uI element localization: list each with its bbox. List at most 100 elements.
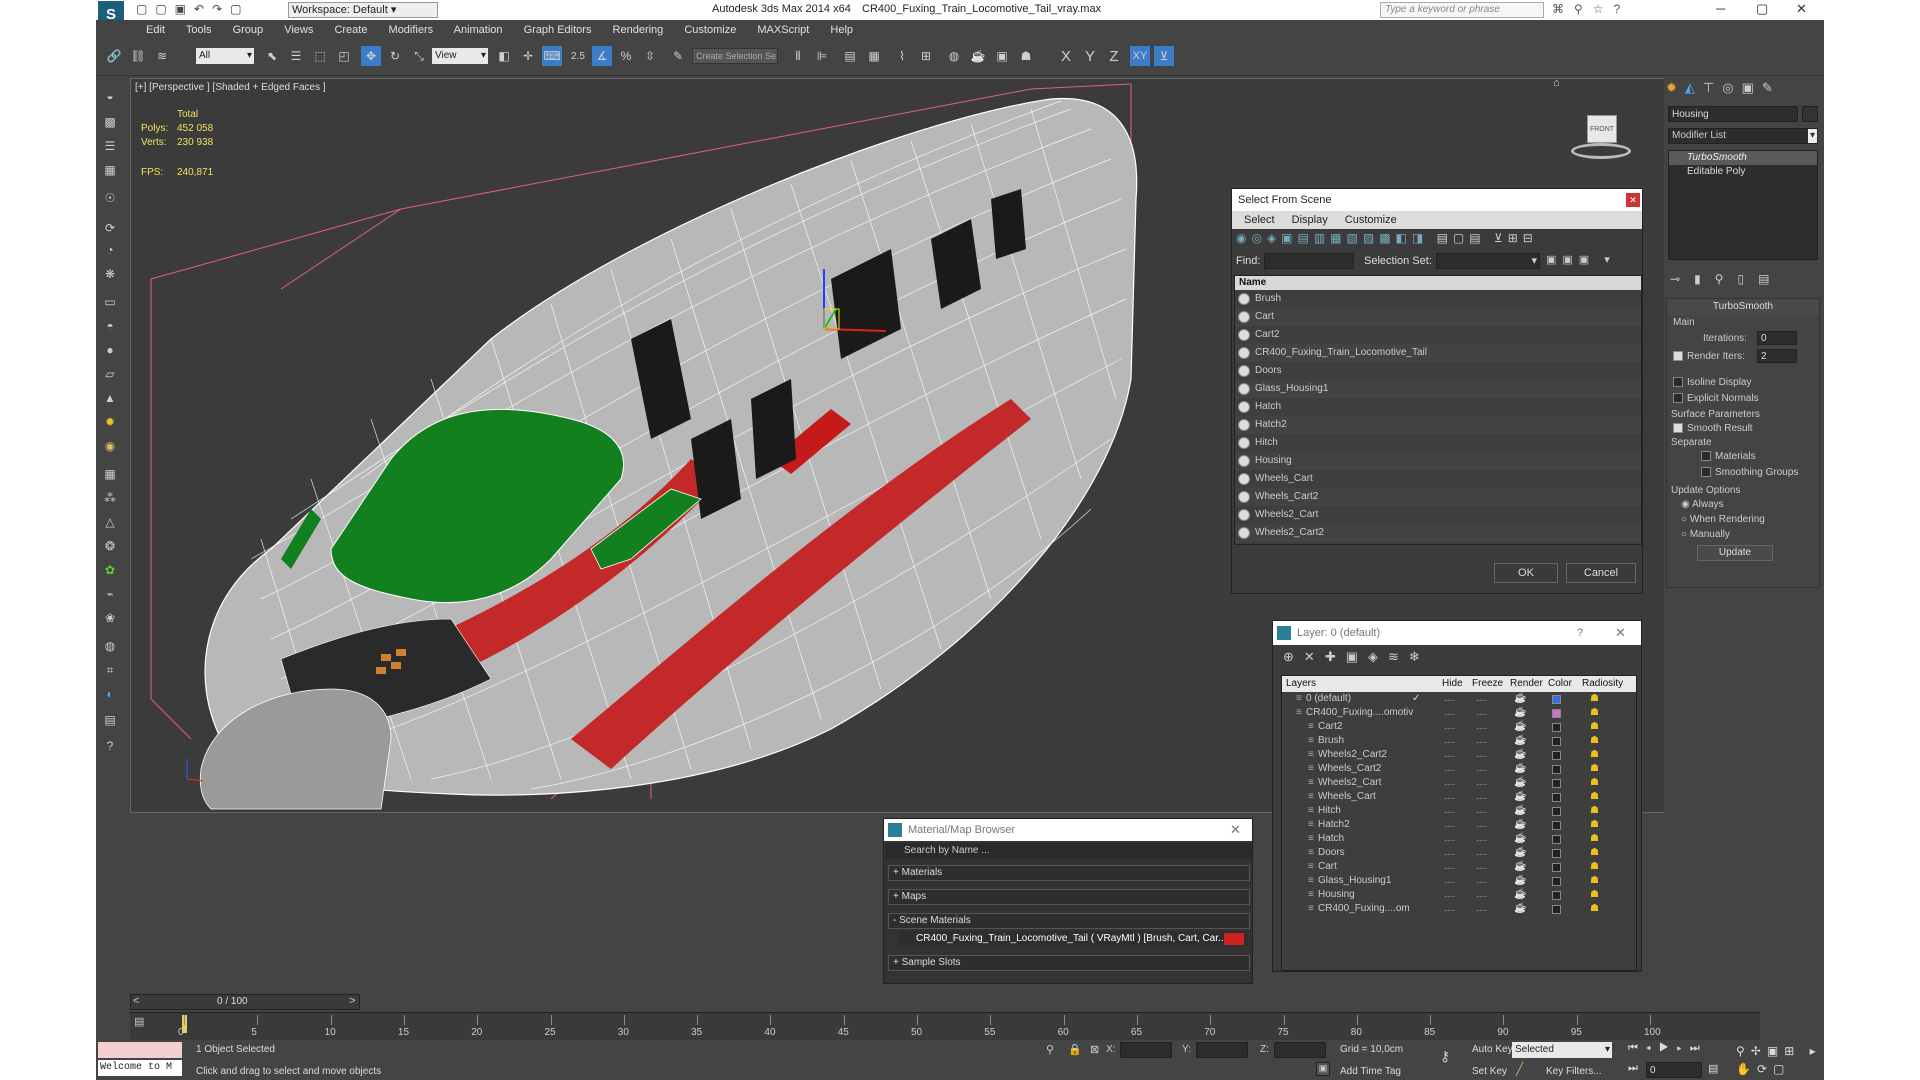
create-tab-icon[interactable]: ✹ bbox=[1666, 80, 1685, 95]
scene-list-item[interactable]: Hitch bbox=[1235, 434, 1641, 452]
render-env-icon[interactable]: ◐ bbox=[100, 684, 120, 704]
curve-editor-icon[interactable]: ⌇ bbox=[892, 46, 912, 66]
hide-toggle[interactable]: .... bbox=[1444, 860, 1455, 874]
layer-color-swatch[interactable] bbox=[1552, 709, 1561, 718]
section-scene-materials[interactable]: - Scene Materials bbox=[888, 913, 1250, 929]
hide-toggle[interactable]: .... bbox=[1444, 818, 1455, 832]
display-tab-icon[interactable]: ▣ bbox=[1742, 80, 1762, 95]
always-radio[interactable]: ◉ Always bbox=[1681, 499, 1724, 510]
material-search[interactable]: Search by Name ... bbox=[886, 843, 1252, 859]
scene-list-item[interactable]: CR400_Fuxing_Train_Locomotive_Tail bbox=[1235, 344, 1641, 362]
menu-edit[interactable]: Edit bbox=[146, 24, 165, 36]
prev-frame-icon[interactable]: ◂ bbox=[1646, 1042, 1659, 1054]
track-bar[interactable]: ▤ 0 5 10 15 20 25 30 35 40 45 50 55 60 65 70 75 80 85 90 95… bbox=[130, 1012, 1760, 1042]
hf-icon[interactable]: ⌁ bbox=[100, 584, 120, 604]
goto-start-icon[interactable]: ⏮ bbox=[1628, 1042, 1646, 1054]
render-toggle[interactable]: ☕ bbox=[1514, 832, 1526, 846]
scene-list-item[interactable]: Housing bbox=[1235, 452, 1641, 470]
object-name-field[interactable] bbox=[1668, 106, 1798, 122]
dialog-menu-select[interactable]: Select bbox=[1244, 214, 1275, 226]
infocenter-icons[interactable]: ⌘⚲☆? bbox=[1552, 2, 1630, 16]
selection-filter-dropdown[interactable]: All ▾ bbox=[196, 48, 254, 64]
zoom-extents-icon[interactable]: ▣ bbox=[1767, 1044, 1784, 1058]
torus-icon[interactable]: ◉ bbox=[100, 436, 120, 456]
radiosity-icon[interactable]: ☗ bbox=[1590, 902, 1599, 916]
layer-color-swatch[interactable] bbox=[1552, 779, 1561, 788]
scene-list-item[interactable]: Wheels_Cart bbox=[1235, 470, 1641, 488]
viewport-label[interactable]: [+] [Perspective ] [Shaded + Edged Faces… bbox=[135, 82, 326, 93]
update-button[interactable]: Update bbox=[1697, 545, 1773, 561]
render-toggle[interactable]: ☕ bbox=[1514, 874, 1526, 888]
motion-tab-icon[interactable]: ◎ bbox=[1722, 80, 1741, 95]
layer-color-swatch[interactable] bbox=[1552, 891, 1561, 900]
box-icon[interactable]: ▭ bbox=[100, 292, 120, 312]
axis-x-button[interactable]: X bbox=[1056, 46, 1076, 66]
angle-snap-icon[interactable]: ∡ bbox=[592, 46, 612, 66]
maxscript-text[interactable]: Welcome to M bbox=[98, 1060, 182, 1076]
pivot-center-icon[interactable]: ◧ bbox=[494, 46, 514, 66]
col-hide[interactable]: Hide bbox=[1442, 676, 1463, 692]
layer-row[interactable]: Wheels2_Cart ≡........ ☕ ☗ bbox=[1282, 776, 1636, 790]
freeze-toggle[interactable]: .... bbox=[1476, 720, 1487, 734]
hide-toggle[interactable]: .... bbox=[1444, 804, 1455, 818]
col-radiosity[interactable]: Radiosity bbox=[1582, 676, 1623, 692]
rollout-title[interactable]: TurboSmooth bbox=[1667, 299, 1819, 315]
scene-list-item[interactable]: Cart2 bbox=[1235, 326, 1641, 344]
move-icon[interactable]: ✥ bbox=[361, 46, 381, 66]
calc-icon[interactable]: ▦ bbox=[100, 160, 120, 180]
layer-color-swatch[interactable] bbox=[1552, 807, 1561, 816]
layer-row[interactable]: Wheels2_Cart2 ≡........ ☕ ☗ bbox=[1282, 748, 1636, 762]
remove-modifier-icon[interactable]: ▯ bbox=[1737, 272, 1758, 286]
zoom-icon[interactable]: ⚲ bbox=[1736, 1044, 1751, 1058]
find-input[interactable] bbox=[1264, 253, 1354, 269]
highlight-layer-icon[interactable]: ◈ bbox=[1368, 649, 1388, 664]
render-toggle[interactable]: ☕ bbox=[1514, 846, 1526, 860]
cancel-button[interactable]: Cancel bbox=[1566, 563, 1636, 583]
viewcube-front[interactable]: FRONT bbox=[1587, 115, 1617, 143]
render-toggle[interactable]: ☕ bbox=[1514, 790, 1526, 804]
hide-toggle[interactable]: .... bbox=[1444, 832, 1455, 846]
scene-list-item[interactable]: Wheels2_Cart2 bbox=[1235, 524, 1641, 542]
explicit-normals-checkbox[interactable]: Explicit Normals bbox=[1673, 393, 1759, 404]
col-render[interactable]: Render bbox=[1510, 676, 1543, 692]
layer-help-button[interactable]: ? bbox=[1577, 621, 1583, 645]
hide-toggle[interactable]: .... bbox=[1444, 776, 1455, 790]
plane-icon[interactable]: ▱ bbox=[100, 364, 120, 384]
sphere-icon[interactable]: ● bbox=[100, 340, 120, 360]
radiosity-icon[interactable]: ☗ bbox=[1590, 790, 1599, 804]
rotate-icon[interactable]: ↻ bbox=[385, 46, 405, 66]
layer-close-button[interactable]: ✕ bbox=[1615, 621, 1626, 645]
light-bulb-icon[interactable]: ☉ bbox=[100, 188, 120, 208]
when-rendering-radio[interactable]: ○ When Rendering bbox=[1681, 514, 1765, 525]
select-object-icon[interactable]: ⬉ bbox=[262, 46, 282, 66]
workspace-dropdown[interactable]: Workspace: Default ▾ bbox=[288, 2, 438, 18]
link-icon[interactable]: 🔗 bbox=[104, 46, 124, 66]
snap-toggle-icon[interactable]: 2.5 bbox=[568, 46, 588, 66]
radiosity-icon[interactable]: ☗ bbox=[1590, 706, 1599, 720]
scene-list-item[interactable]: Cart bbox=[1235, 308, 1641, 326]
x-coord-field[interactable] bbox=[1120, 1042, 1172, 1058]
graphite-icon[interactable]: ▦ bbox=[864, 46, 884, 66]
next-frame-icon[interactable]: ▸ bbox=[1677, 1042, 1690, 1054]
menu-group[interactable]: Group bbox=[233, 24, 264, 36]
list-icon[interactable]: ☰ bbox=[100, 136, 120, 156]
spinner-snap-icon[interactable]: ⇳ bbox=[640, 46, 660, 66]
smoothing-groups-checkbox[interactable]: Smoothing Groups bbox=[1701, 467, 1798, 478]
render-toggle[interactable]: ☕ bbox=[1514, 860, 1526, 874]
scale-icon[interactable]: ⤡ bbox=[409, 46, 429, 66]
radiosity-icon[interactable]: ☗ bbox=[1590, 776, 1599, 790]
set-key-button[interactable]: Set Key bbox=[1472, 1066, 1507, 1077]
particles-icon[interactable]: ⁂ bbox=[100, 488, 120, 508]
freeze-toggle[interactable]: .... bbox=[1476, 692, 1487, 706]
scene-list-item[interactable]: Hatch2 bbox=[1235, 416, 1641, 434]
render-icon[interactable]: ☗ bbox=[1016, 46, 1036, 66]
layer-color-swatch[interactable] bbox=[1552, 905, 1561, 914]
smooth-result-checkbox[interactable]: Smooth Result bbox=[1673, 423, 1753, 434]
layer-icon[interactable]: ▤ bbox=[100, 710, 120, 730]
menu-customize[interactable]: Customize bbox=[684, 24, 736, 36]
iterations-spinner[interactable] bbox=[1757, 331, 1797, 345]
render-toggle[interactable]: ☕ bbox=[1514, 776, 1526, 790]
minimize-button[interactable]: ─ bbox=[1716, 1, 1725, 16]
pyramid-icon[interactable]: △ bbox=[100, 512, 120, 532]
scene-list-item[interactable]: Hatch bbox=[1235, 398, 1641, 416]
